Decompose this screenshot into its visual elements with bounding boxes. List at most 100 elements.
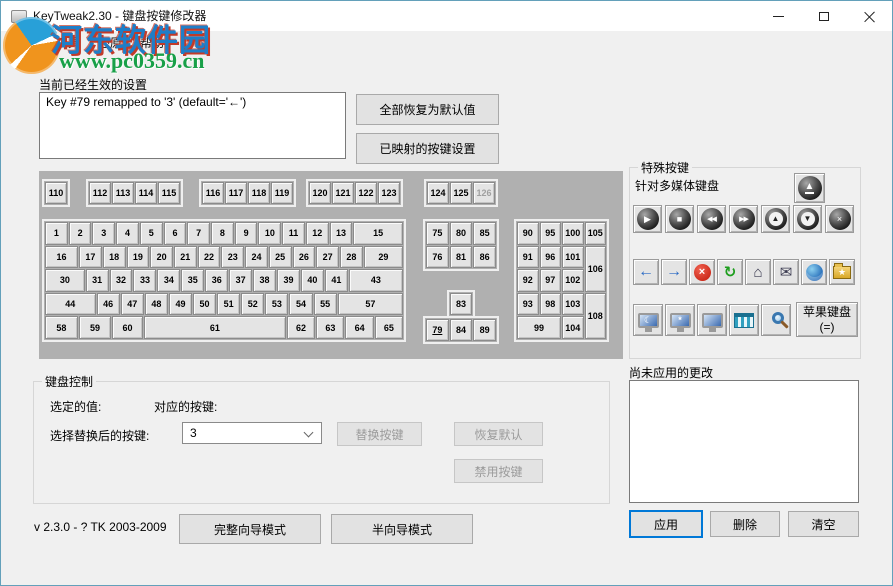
key-52[interactable]: 52 xyxy=(241,292,265,316)
key-61[interactable]: 61 xyxy=(143,316,286,339)
calculator-button[interactable] xyxy=(729,304,759,336)
key-80[interactable]: 80 xyxy=(449,222,473,245)
key-49[interactable]: 49 xyxy=(168,292,192,316)
my-computer-button[interactable] xyxy=(697,304,727,336)
key-101[interactable]: 101 xyxy=(562,245,584,269)
key-29[interactable]: 29 xyxy=(363,245,403,269)
key-124[interactable]: 124 xyxy=(427,182,449,204)
restore-all-defaults-button[interactable]: 全部恢复为默认值 xyxy=(356,94,499,125)
key-86[interactable]: 86 xyxy=(473,245,496,268)
key-122[interactable]: 122 xyxy=(355,182,377,204)
minimize-button[interactable] xyxy=(756,1,801,31)
key-105[interactable]: 105 xyxy=(584,222,606,245)
stop-loading-button[interactable]: × xyxy=(689,259,715,285)
key-37[interactable]: 37 xyxy=(229,269,253,292)
key-44[interactable]: 44 xyxy=(45,292,96,316)
key-98[interactable]: 98 xyxy=(539,292,561,316)
key-40[interactable]: 40 xyxy=(300,269,324,292)
key-41[interactable]: 41 xyxy=(324,269,348,292)
key-63[interactable]: 63 xyxy=(316,316,345,339)
maximize-button[interactable] xyxy=(801,1,846,31)
key-17[interactable]: 17 xyxy=(79,245,102,269)
mute-button[interactable]: × xyxy=(825,205,854,233)
key-18[interactable]: 18 xyxy=(102,245,126,269)
fast-forward-button[interactable]: ▶▶ xyxy=(729,205,758,233)
key-85[interactable]: 85 xyxy=(473,222,496,245)
remap-key-button[interactable]: 替换按键 xyxy=(337,422,422,446)
key-39[interactable]: 39 xyxy=(277,269,300,292)
key-12[interactable]: 12 xyxy=(305,222,329,245)
key-34[interactable]: 34 xyxy=(157,269,181,292)
key-65[interactable]: 65 xyxy=(374,316,404,339)
key-53[interactable]: 53 xyxy=(265,292,289,316)
key-60[interactable]: 60 xyxy=(112,316,143,339)
current-settings-list[interactable]: Key #79 remapped to '3' (default='←') xyxy=(39,92,346,159)
key-31[interactable]: 31 xyxy=(85,269,109,292)
key-58[interactable]: 58 xyxy=(45,316,78,339)
key-46[interactable]: 46 xyxy=(96,292,120,316)
key-3[interactable]: 3 xyxy=(92,222,116,245)
key-47[interactable]: 47 xyxy=(120,292,144,316)
key-1[interactable]: 1 xyxy=(45,222,68,245)
key-84[interactable]: 84 xyxy=(449,319,473,341)
disable-key-button[interactable]: 禁用按键 xyxy=(454,459,543,483)
delete-button[interactable]: 删除 xyxy=(710,511,780,537)
key-62[interactable]: 62 xyxy=(286,316,316,339)
key-54[interactable]: 54 xyxy=(289,292,313,316)
key-115[interactable]: 115 xyxy=(158,182,180,204)
mail-button[interactable]: ✉ xyxy=(773,259,799,285)
key-24[interactable]: 24 xyxy=(245,245,268,269)
volume-up-button[interactable]: ▲ xyxy=(761,205,790,233)
key-90[interactable]: 90 xyxy=(517,222,539,245)
key-117[interactable]: 117 xyxy=(225,182,247,204)
search-button[interactable] xyxy=(761,304,791,336)
key-79[interactable]: 79 xyxy=(426,319,449,341)
key-4[interactable]: 4 xyxy=(116,222,139,245)
key-36[interactable]: 36 xyxy=(205,269,229,292)
apply-button[interactable]: 应用 xyxy=(629,510,703,538)
key-55[interactable]: 55 xyxy=(313,292,337,316)
key-33[interactable]: 33 xyxy=(133,269,157,292)
key-118[interactable]: 118 xyxy=(248,182,270,204)
eject-button[interactable]: ▲ xyxy=(794,173,825,203)
volume-down-button[interactable]: ▼ xyxy=(793,205,822,233)
key-9[interactable]: 9 xyxy=(234,222,258,245)
key-99[interactable]: 99 xyxy=(517,316,561,339)
favorites-button[interactable]: ★ xyxy=(829,259,855,285)
key-26[interactable]: 26 xyxy=(292,245,316,269)
key-16[interactable]: 16 xyxy=(45,245,79,269)
key-92[interactable]: 92 xyxy=(517,269,539,292)
key-112[interactable]: 112 xyxy=(89,182,111,204)
menu-item-restore[interactable]: 还原 xyxy=(89,31,131,56)
close-button[interactable] xyxy=(846,1,892,31)
key-81[interactable]: 81 xyxy=(449,245,473,268)
key-21[interactable]: 21 xyxy=(173,245,197,269)
key-103[interactable]: 103 xyxy=(562,292,584,316)
key-110[interactable]: 110 xyxy=(45,182,67,204)
key-6[interactable]: 6 xyxy=(163,222,187,245)
key-96[interactable]: 96 xyxy=(539,245,561,269)
full-wizard-mode-button[interactable]: 完整向导模式 xyxy=(179,514,321,544)
key-104[interactable]: 104 xyxy=(562,316,584,339)
back-button[interactable]: ← xyxy=(633,259,659,285)
key-22[interactable]: 22 xyxy=(197,245,221,269)
menu-item-tools[interactable]: 工具 xyxy=(47,31,89,56)
pending-changes-list[interactable] xyxy=(629,380,859,503)
refresh-button[interactable]: ↻ xyxy=(717,259,743,285)
key-51[interactable]: 51 xyxy=(217,292,241,316)
key-50[interactable]: 50 xyxy=(193,292,217,316)
key-108[interactable]: 108 xyxy=(584,292,606,339)
key-102[interactable]: 102 xyxy=(562,269,584,292)
key-8[interactable]: 8 xyxy=(211,222,234,245)
key-116[interactable]: 116 xyxy=(202,182,224,204)
key-89[interactable]: 89 xyxy=(473,319,496,341)
key-100[interactable]: 100 xyxy=(562,222,584,245)
key-13[interactable]: 13 xyxy=(329,222,353,245)
key-97[interactable]: 97 xyxy=(539,269,561,292)
key-123[interactable]: 123 xyxy=(378,182,400,204)
play-button[interactable]: ▶ xyxy=(633,205,662,233)
key-113[interactable]: 113 xyxy=(112,182,134,204)
key-32[interactable]: 32 xyxy=(109,269,133,292)
key-114[interactable]: 114 xyxy=(135,182,157,204)
stop-button[interactable]: ■ xyxy=(665,205,694,233)
